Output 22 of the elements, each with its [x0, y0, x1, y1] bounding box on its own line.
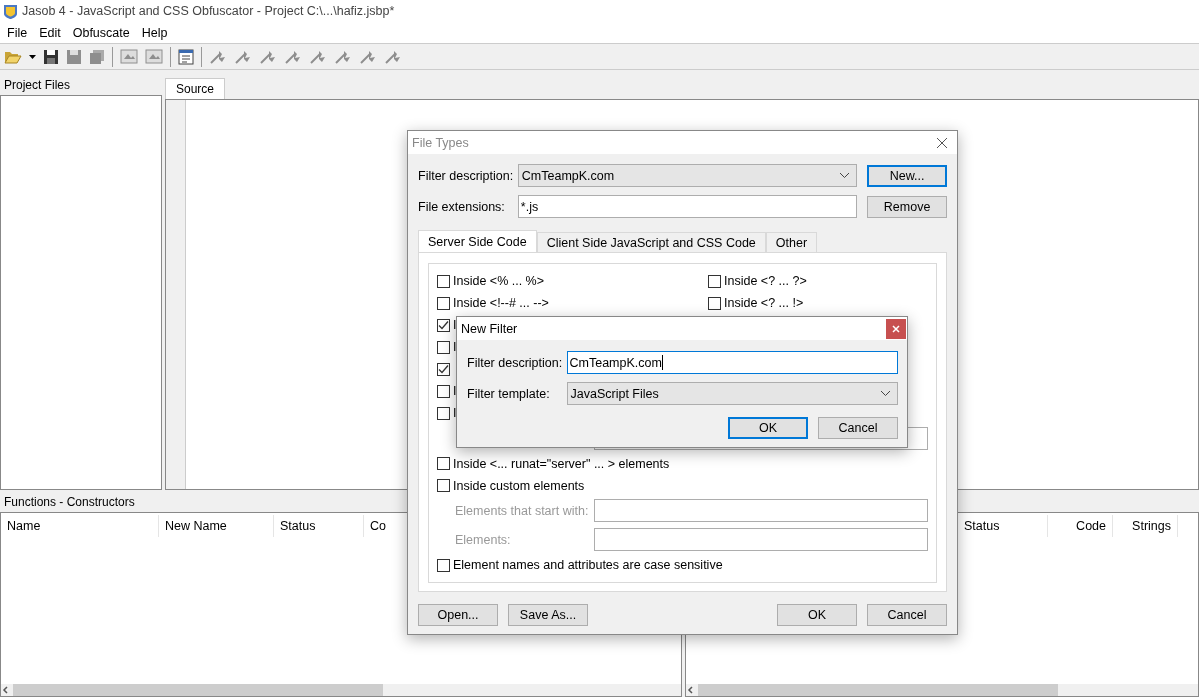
checkbox-label: Inside <% ... %> [453, 274, 545, 288]
field-label: File extensions: [418, 199, 506, 214]
field-label: Elements: [455, 532, 512, 547]
dialog-title: New Filter [461, 321, 518, 336]
checkbox-label: Inside <!--# ... --> [453, 296, 549, 310]
checkbox-label: I [453, 406, 457, 420]
checkbox-label: I [453, 318, 457, 332]
dialog-title: File Types [412, 135, 469, 150]
field-label: Filter description: [467, 355, 564, 370]
checkbox-label: Inside custom elements [453, 478, 585, 493]
checkbox-label: Inside <... runat="server" ... > elements [453, 456, 670, 471]
checkbox-label: I [453, 340, 457, 354]
field-label: Elements that start with: [455, 503, 590, 518]
checkbox-label: Element names and attributes are case sensitive [453, 558, 723, 573]
checkbox-label: Inside <? ... ?> [724, 274, 807, 288]
checkbox-label: Inside <? ... !> [724, 296, 804, 310]
field-label: Filter template: [467, 386, 551, 401]
pane-title: Functions - Constructors [3, 495, 135, 511]
field-label: Filter description: [418, 168, 515, 183]
pane-title: Project Files [3, 78, 71, 94]
checkbox-label: I [453, 384, 457, 398]
window-title: Jasob 4 - JavaScript and CSS Obfuscator - Project C:\...\hafiz.jsbp* [22, 4, 395, 18]
